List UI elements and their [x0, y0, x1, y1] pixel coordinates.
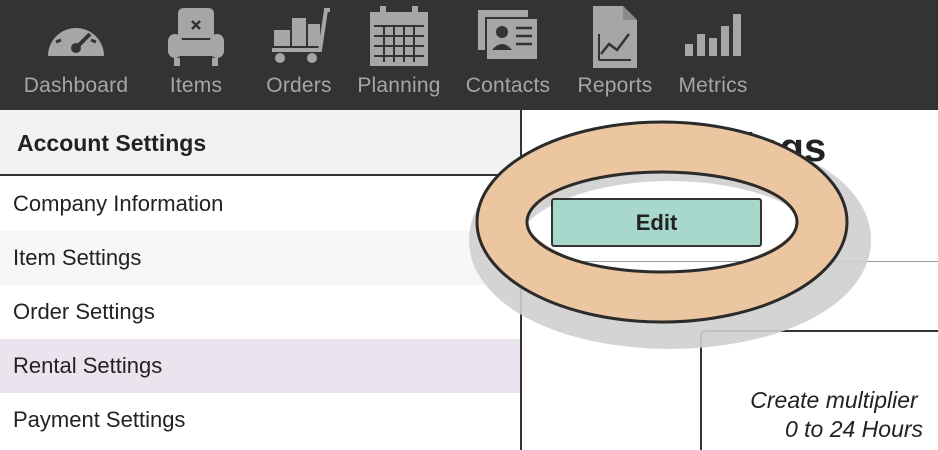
- nav-label-items: Items: [169, 74, 223, 97]
- nav-orders[interactable]: Orders: [260, 0, 338, 110]
- nav-items[interactable]: Items: [150, 0, 242, 110]
- nav-planning[interactable]: Planning: [354, 0, 444, 110]
- contact-card-icon: [478, 10, 539, 61]
- nav-label-reports: Reports: [577, 74, 653, 97]
- sidebar-item-label: Order Settings: [13, 299, 155, 324]
- nav-label-orders: Orders: [266, 74, 332, 97]
- sidebar-title: Account Settings: [17, 130, 207, 156]
- nav-label-contacts: Contacts: [465, 74, 551, 97]
- gauge-icon: [48, 18, 104, 56]
- nav-reports[interactable]: Reports: [574, 0, 656, 110]
- sidebar-item-payment-settings[interactable]: Payment Settings: [0, 393, 520, 447]
- sidebar-header: Account Settings: [0, 110, 520, 176]
- nav-label-dashboard: Dashboard: [23, 74, 129, 97]
- settings-sidebar: Account Settings Company Information Ite…: [0, 110, 520, 450]
- bar-chart-icon: [685, 14, 741, 56]
- nav-label-planning: Planning: [357, 74, 441, 97]
- edit-button[interactable]: Edit: [551, 198, 762, 247]
- nav-metrics[interactable]: Metrics: [674, 0, 752, 110]
- sidebar-item-label: Item Settings: [13, 245, 142, 270]
- calendar-icon: [370, 6, 428, 66]
- nav-dashboard[interactable]: Dashboard: [20, 0, 132, 110]
- sidebar-item-item-settings[interactable]: Item Settings: [0, 231, 520, 285]
- cart-icon: [272, 8, 330, 63]
- multiplier-description: Create multiplier 0 to 24 Hours: [750, 387, 924, 442]
- sidebar-item-company-information[interactable]: Company Information: [0, 177, 520, 231]
- report-chart-icon: [593, 6, 637, 68]
- sidebar-item-label: Payment Settings: [13, 407, 186, 432]
- nav-contacts[interactable]: Contacts: [462, 0, 554, 110]
- main-content: ings Create multiplier 0 to 24 Hours: [522, 110, 938, 450]
- sidebar-item-label: Rental Settings: [13, 353, 163, 378]
- sidebar-item-rental-settings[interactable]: Rental Settings: [0, 339, 520, 393]
- nav-label-metrics: Metrics: [678, 74, 748, 97]
- armchair-icon: [168, 8, 224, 66]
- multiplier-card[interactable]: Create multiplier 0 to 24 Hours: [700, 330, 938, 450]
- page-title: ings: [744, 126, 827, 170]
- top-navigation: Dashboard Items Orders Planning Contacts…: [0, 0, 938, 110]
- sidebar-item-label: Company Information: [13, 191, 224, 216]
- sidebar-item-order-settings[interactable]: Order Settings: [0, 285, 520, 339]
